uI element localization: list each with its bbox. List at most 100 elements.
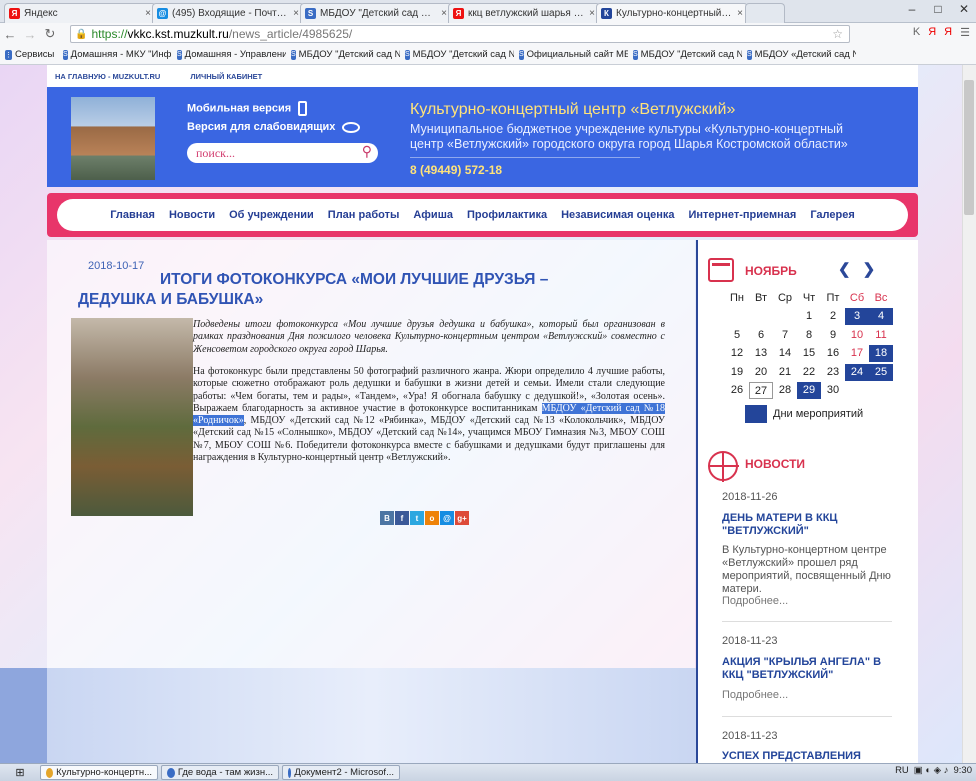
share-button[interactable]: о [425, 511, 439, 525]
close-tab-icon[interactable]: × [441, 8, 447, 19]
menu-icon[interactable]: ☰ [960, 26, 970, 39]
personal-cabinet-link[interactable]: ЛИЧНЫЙ КАБИНЕТ [190, 72, 262, 81]
chevron-left-icon[interactable]: ❮ [838, 260, 851, 278]
mobile-version-link[interactable]: Мобильная версия [187, 101, 308, 116]
url-field[interactable]: 🔒 https:// vkkc.kst.muzkult.ru /news_art… [70, 25, 850, 43]
bookmark-item[interactable]: S Официальный сайт МБ [514, 49, 628, 60]
read-more-link[interactable]: Подробнее... [722, 595, 788, 607]
calendar-day[interactable]: 19 [725, 364, 749, 381]
minimize-icon[interactable]: – [900, 0, 924, 18]
news-title-link[interactable]: АКЦИЯ "КРЫЛЬЯ АНГЕЛА" В ККЦ "ВЕТЛУЖСКИЙ" [722, 656, 898, 682]
nav-item[interactable]: Афиша [413, 209, 453, 221]
calendar-day[interactable]: 12 [725, 345, 749, 362]
forward-icon[interactable]: → [20, 27, 40, 42]
back-icon[interactable]: ← [0, 27, 20, 42]
nav-item[interactable]: Галерея [810, 209, 854, 221]
weekday-label: Чт [802, 291, 816, 304]
apps-bookmark[interactable]: ⋮ Сервисы [0, 49, 58, 60]
nav-item[interactable]: Новости [169, 209, 215, 221]
calendar-day[interactable]: 14 [773, 345, 797, 362]
calendar-day[interactable]: 29 [797, 382, 821, 400]
reload-icon[interactable]: ↻ [40, 26, 60, 42]
search-icon[interactable]: ⚲ [362, 144, 372, 161]
article-photo[interactable] [71, 318, 193, 516]
calendar-day[interactable]: 13 [749, 345, 773, 362]
low-vision-link[interactable]: Версия для слабовидящих [187, 121, 361, 133]
calendar-day[interactable]: 11 [869, 327, 893, 344]
building-logo[interactable] [71, 97, 155, 180]
calendar-day[interactable]: 17 [845, 345, 869, 362]
bookmark-item[interactable]: S МБДОУ "Детский сад № [286, 49, 400, 60]
calendar-day[interactable]: 24 [845, 363, 869, 381]
calendar-day[interactable]: 22 [797, 364, 821, 381]
share-button[interactable]: g+ [455, 511, 469, 525]
nav-item[interactable]: Профилактика [467, 209, 547, 221]
maximize-icon[interactable]: □ [926, 0, 950, 18]
scrollbar-thumb[interactable] [964, 80, 974, 215]
bookmark-item[interactable]: S Домашняя - МКУ "Инф [58, 49, 172, 60]
chevron-right-icon[interactable]: ❯ [863, 260, 876, 278]
start-icon[interactable]: ⊞ [0, 766, 40, 779]
calendar-day[interactable]: 6 [749, 327, 773, 344]
close-tab-icon[interactable]: × [737, 8, 743, 19]
browser-tab[interactable]: @ (495) Входящие - Почта М × [152, 3, 304, 23]
bookmark-item[interactable]: S МБДОУ «Детский сад № [742, 49, 856, 60]
news-title-link[interactable]: УСПЕХ ПРЕДСТАВЛЕНИЯ [722, 750, 898, 763]
close-tab-icon[interactable]: × [145, 8, 151, 19]
calendar-day[interactable]: 4 [869, 308, 893, 326]
share-button[interactable]: @ [440, 511, 454, 525]
calendar-day[interactable]: 16 [821, 345, 845, 362]
calendar-day[interactable]: 3 [845, 308, 869, 326]
nav-item[interactable]: Об учреждении [229, 209, 314, 221]
star-icon[interactable]: ☆ [832, 27, 843, 41]
taskbar-item[interactable]: Культурно-концертн... [40, 765, 158, 780]
calendar-day[interactable]: 26 [725, 382, 749, 399]
nav-item[interactable]: Главная [110, 209, 155, 221]
yandex-icon[interactable]: Я [944, 26, 952, 39]
calendar-day[interactable]: 27 [749, 382, 773, 400]
browser-tab[interactable]: Яккц ветлужский шарья офи × [448, 3, 600, 23]
calendar-day[interactable]: 30 [821, 382, 845, 399]
calendar-day[interactable]: 7 [773, 327, 797, 344]
close-tab-icon[interactable]: × [589, 8, 595, 19]
calendar-day[interactable]: 5 [725, 327, 749, 344]
nav-item[interactable]: Интернет-приемная [688, 209, 796, 221]
bookmark-item[interactable]: S Домашняя - Управлени [172, 49, 286, 60]
bookmark-item[interactable]: S МБДОУ "Детский сад № [628, 49, 742, 60]
calendar-day[interactable]: 23 [821, 364, 845, 381]
clock[interactable]: 9:30 [954, 765, 973, 776]
taskbar-item[interactable]: Где вода - там жизн... [161, 765, 279, 780]
close-window-icon[interactable]: ✕ [952, 0, 976, 18]
calendar-day[interactable]: 25 [869, 363, 893, 381]
language-indicator[interactable]: RU [895, 765, 909, 776]
calendar-day[interactable]: 21 [773, 364, 797, 381]
share-button[interactable]: В [380, 511, 394, 525]
news-title-link[interactable]: ДЕНЬ МАТЕРИ В ККЦ "ВЕТЛУЖСКИЙ" [722, 512, 898, 538]
nav-item[interactable]: Независимая оценка [561, 209, 674, 221]
close-tab-icon[interactable]: × [293, 8, 299, 19]
calendar-day[interactable]: 15 [797, 345, 821, 362]
calendar-day[interactable]: 1 [797, 308, 821, 325]
calendar-day[interactable]: 18 [869, 345, 893, 363]
calendar-day[interactable]: 9 [821, 327, 845, 344]
yandex-icon[interactable]: Я [928, 26, 936, 39]
calendar-day[interactable]: 20 [749, 364, 773, 381]
new-tab-button[interactable] [745, 3, 785, 23]
calendar-day[interactable]: 2 [821, 308, 845, 325]
browser-tab[interactable]: К Культурно-концертный це × [596, 3, 748, 23]
calendar-day[interactable]: 10 [845, 327, 869, 344]
share-button[interactable]: t [410, 511, 424, 525]
calendar-day[interactable]: 28 [773, 382, 797, 399]
calendar-day[interactable]: 8 [797, 327, 821, 344]
nav-item[interactable]: План работы [328, 209, 400, 221]
browser-tab[interactable]: Я Яндекс × [4, 3, 156, 23]
read-more-link[interactable]: Подробнее... [722, 689, 788, 701]
bookmark-item[interactable]: S МБДОУ "Детский сад № [400, 49, 514, 60]
browser-tab[interactable]: S МБДОУ "Детский сад №18 × [300, 3, 452, 23]
taskbar-item[interactable]: Документ2 - Microsof... [282, 765, 400, 780]
search-input[interactable]: поиск... ⚲ [187, 143, 378, 163]
share-button[interactable]: f [395, 511, 409, 525]
news-date: 2018-11-26 [722, 491, 778, 503]
extension-icon[interactable]: K [913, 26, 920, 39]
main-site-link[interactable]: НА ГЛАВНУЮ - MUZKULT.RU [55, 72, 160, 81]
